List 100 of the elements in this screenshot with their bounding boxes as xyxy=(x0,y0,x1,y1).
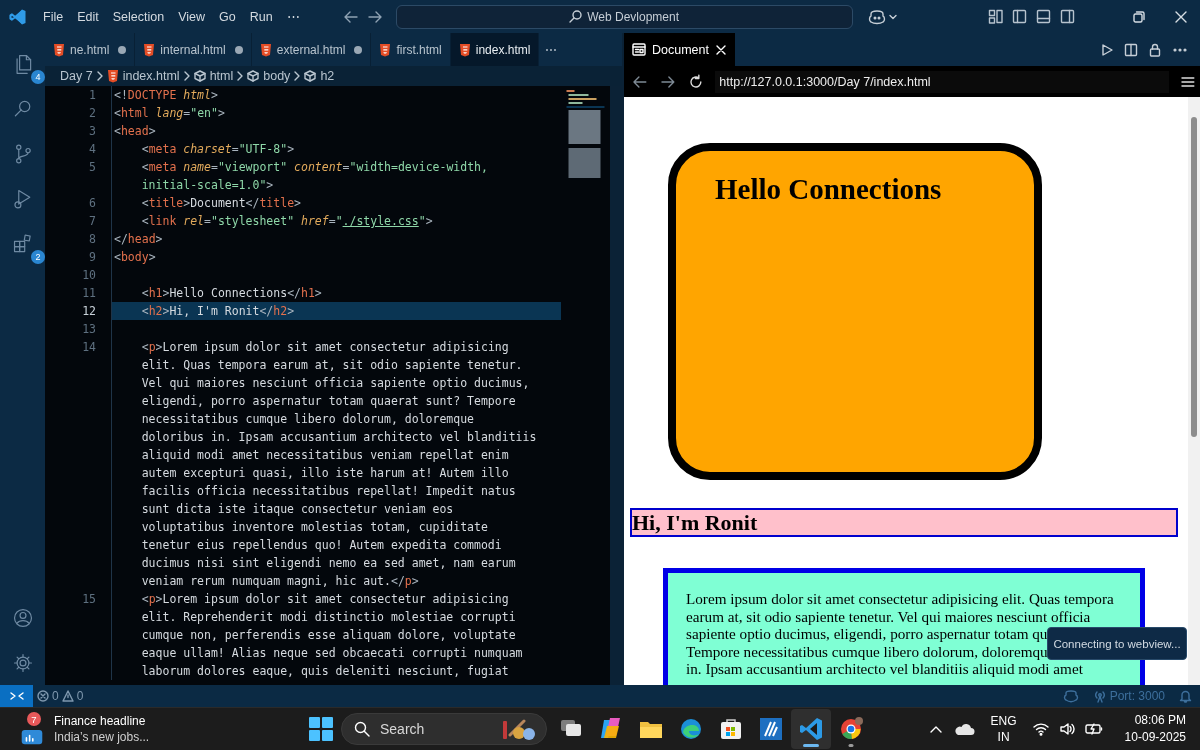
reload-icon[interactable] xyxy=(687,73,704,90)
html-file-icon xyxy=(143,42,156,57)
code-line: elit. Quas tempora earum at, sit odio sapiente tenetur. xyxy=(111,356,561,374)
widget-headline[interactable]: Finance headline xyxy=(54,713,150,729)
line-number: 7 xyxy=(88,213,96,230)
account-icon[interactable] xyxy=(11,606,34,629)
code-line: <head> xyxy=(111,122,561,140)
language-indicator[interactable]: ENG IN xyxy=(990,713,1017,745)
breadcrumb-item[interactable]: index.html xyxy=(106,69,180,83)
code-line: tenetur eius repellendus quo! Autem expedita commodi xyxy=(111,536,561,554)
element-icon xyxy=(193,70,206,82)
count-badge: 4 xyxy=(31,70,45,84)
element-icon xyxy=(247,70,260,82)
line-number: 11 xyxy=(81,285,96,302)
warning-icon xyxy=(61,690,74,702)
menu-item[interactable]: View xyxy=(172,6,211,27)
chrome-app-icon xyxy=(838,716,864,742)
panel-icon[interactable] xyxy=(1036,9,1051,24)
lock-icon[interactable] xyxy=(1148,42,1162,57)
widget-subtitle[interactable]: India’s new jobs... xyxy=(54,729,150,745)
preview-tab[interactable]: Document xyxy=(624,33,735,66)
edge-app-icon xyxy=(678,716,704,742)
code-line: <p>Lorem ipsum dolor sit amet consectetur adipisicing xyxy=(111,590,561,608)
code-line: eligendi, porro aspernatur totam quaerat sunt? Tempore xyxy=(111,392,561,410)
volume-icon[interactable] xyxy=(1058,722,1075,736)
bell-icon[interactable] xyxy=(1179,689,1192,703)
code-line: <meta charset="UTF-8"> xyxy=(111,140,561,158)
line-number: 15 xyxy=(81,591,96,608)
cosmetics-icon xyxy=(500,717,536,741)
code-line: laborum dolores eaque, quis deleniti nesciunt, fugiat xyxy=(111,662,561,680)
chevron-right-icon xyxy=(293,71,302,81)
search-input[interactable]: Search xyxy=(378,720,492,738)
notification-badge: 7 xyxy=(27,712,41,726)
settings-icon[interactable] xyxy=(11,651,34,674)
problems-button[interactable]: 0 0 xyxy=(33,689,88,703)
secondary-sidebar-icon[interactable] xyxy=(1060,9,1075,24)
breadcrumb-item[interactable]: html xyxy=(193,69,234,83)
code-line: </head> xyxy=(111,230,561,248)
start-icon[interactable] xyxy=(308,716,334,742)
editor-tab[interactable]: index.html xyxy=(450,33,540,66)
line-number: 12 xyxy=(81,303,96,320)
clock[interactable]: 08:06 PM 10-09-2025 xyxy=(1124,712,1186,746)
chevron-right-icon xyxy=(95,71,104,81)
code-line: veniam rerum numquam magni, hic aut.</p> xyxy=(111,572,561,590)
primary-sidebar-icon[interactable] xyxy=(1012,9,1027,24)
taskbar-button[interactable] xyxy=(791,709,831,749)
breadcrumb-item[interactable]: Day 7 xyxy=(60,69,93,83)
menu-item[interactable]: Go xyxy=(213,6,242,27)
code-line: autem excepturi quasi, illo iste harum at! Autem illo xyxy=(111,464,561,482)
chevron-right-icon xyxy=(236,71,245,81)
extensions-icon[interactable] xyxy=(11,232,34,255)
code-line: eaque ullam! Alias neque sed obcaecati corrupti numquam xyxy=(111,644,561,662)
menu-item[interactable]: Selection xyxy=(106,6,171,27)
layout-icon[interactable] xyxy=(988,9,1003,24)
count-badge: 2 xyxy=(31,250,45,264)
remote-button[interactable] xyxy=(0,685,33,707)
copilot-icon[interactable] xyxy=(866,8,887,25)
forward-arrow-icon[interactable] xyxy=(659,73,676,90)
line-number: 13 xyxy=(81,321,96,338)
close-icon[interactable] xyxy=(1175,10,1187,23)
command-center-search[interactable]: Web Devlopment xyxy=(395,4,853,29)
line-number: 3 xyxy=(88,123,96,140)
more-button[interactable]: ⋯ xyxy=(539,33,564,66)
address-field[interactable]: http://127.0.0.1:3000/Day 7/index.html xyxy=(715,70,1170,93)
line-number: 8 xyxy=(88,231,96,248)
scrollbar[interactable] xyxy=(1188,97,1200,685)
code-line: necessitatibus cumque libero dolorum, doloremque xyxy=(111,410,561,428)
html-file-icon xyxy=(379,42,392,57)
code-line: sunt dicta iste itaque consectetur veniam eos xyxy=(111,500,561,518)
cloud-icon[interactable] xyxy=(952,722,975,736)
code-line: initial-scale=1.0"> xyxy=(111,176,561,194)
text-line: in. Ipsam accusantium architecto vel blanditiis aliquid modi amet xyxy=(686,660,1083,678)
code-line: <title>Document</title> xyxy=(111,194,561,212)
code-line: Vel qui maiores nesciunt officia sapiente optio ducimus, xyxy=(111,374,561,392)
menu-item[interactable]: Edit xyxy=(71,6,105,27)
scrollbar-thumb[interactable] xyxy=(1191,117,1197,437)
scrollbar[interactable] xyxy=(610,86,622,685)
breadcrumb-item[interactable]: h2 xyxy=(304,69,335,83)
text-line: earum at, sit odio sapiente tenetur. Vel qui maiores nesciunt officia xyxy=(686,607,1091,626)
menu-item[interactable]: File xyxy=(37,6,70,27)
broadcast-icon xyxy=(1092,689,1107,703)
menu-item[interactable]: Run xyxy=(243,6,279,27)
battery-icon[interactable] xyxy=(1084,722,1103,736)
menu-icon[interactable] xyxy=(1181,75,1195,88)
page-subheading: Hi, I'm Ronit xyxy=(630,508,1178,537)
breadcrumb-item[interactable]: body xyxy=(247,69,291,83)
code-line: <p>Lorem ipsum dolor sit amet consectetur adipisicing xyxy=(111,338,561,356)
split-editor-icon[interactable] xyxy=(1124,42,1138,57)
html-file-icon xyxy=(106,69,119,83)
code-line: <link rel="stylesheet" href="./style.css"> xyxy=(111,212,561,230)
wifi-icon[interactable] xyxy=(1032,722,1049,736)
code-app-icon xyxy=(798,716,824,742)
code-line: <html lang="en"> xyxy=(111,104,561,122)
caret-down-icon[interactable] xyxy=(888,12,897,21)
more-button[interactable]: ⋯ xyxy=(280,6,306,27)
app-app-icon xyxy=(758,716,784,742)
restore-window-icon[interactable] xyxy=(1133,10,1145,23)
code-line: facilis officia necessitatibus repellat! Impedit natus xyxy=(111,482,561,500)
search-bar[interactable]: Search xyxy=(341,713,547,745)
run-icon[interactable] xyxy=(1100,42,1114,57)
